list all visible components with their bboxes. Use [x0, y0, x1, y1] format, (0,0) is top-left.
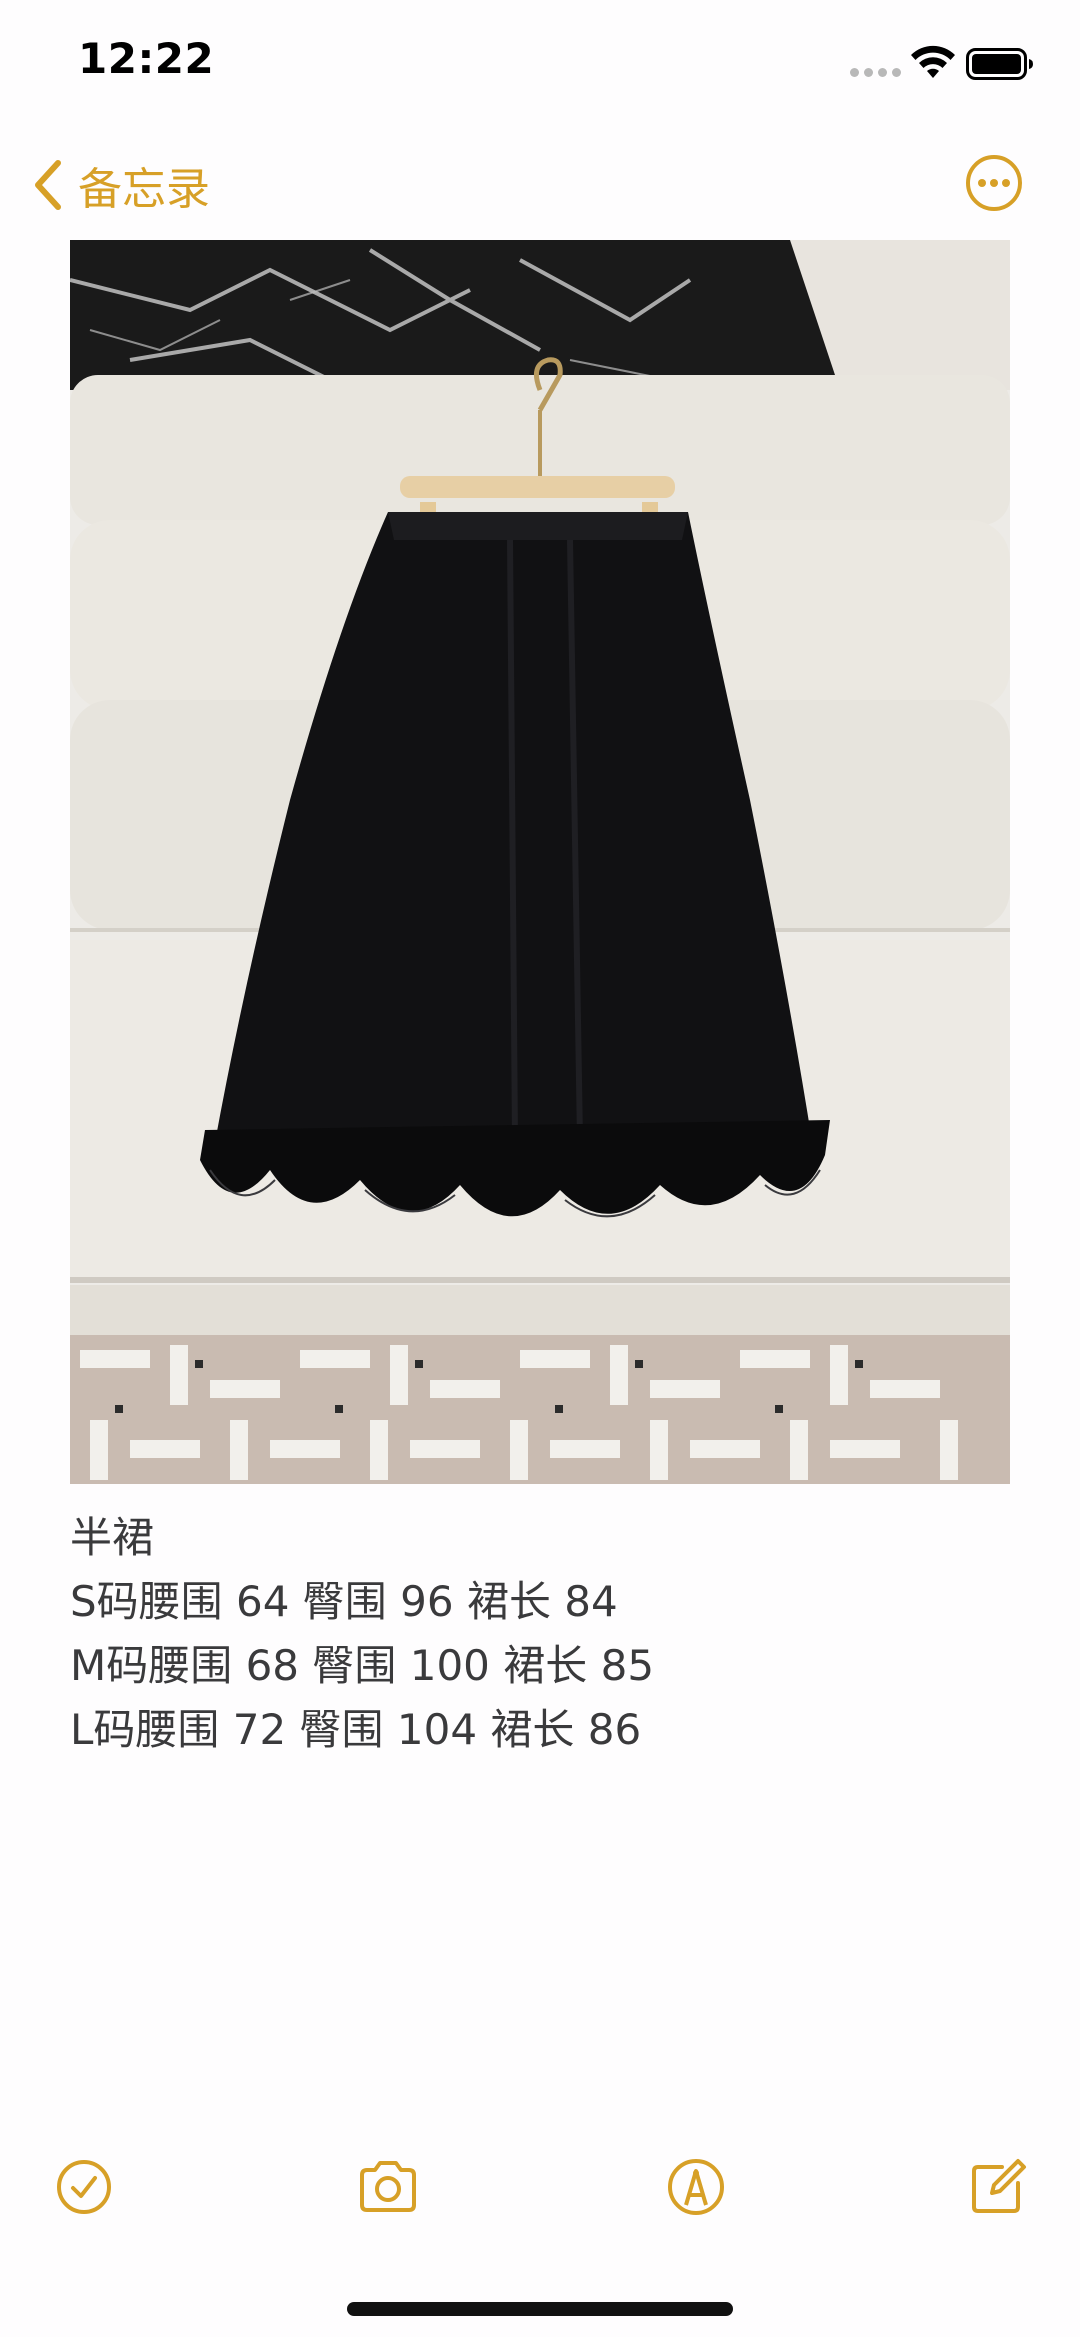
back-label: 备忘录	[78, 164, 210, 215]
skirt-photo-illustration	[70, 240, 1010, 1484]
cellular-signal-icon	[850, 68, 901, 77]
camera-icon	[360, 2161, 416, 2212]
bottom-toolbar	[0, 2155, 1080, 2225]
battery-icon	[966, 48, 1033, 80]
compose-button[interactable]	[966, 2155, 1030, 2219]
chevron-left-icon	[35, 160, 61, 210]
camera-button[interactable]	[356, 2155, 420, 2219]
note-photo[interactable]	[70, 240, 1010, 1484]
navigation-bar: 备忘录	[0, 140, 1080, 230]
back-button[interactable]: 备忘录	[30, 150, 210, 220]
note-body[interactable]: 半裙 S码腰围 64 臀围 96 裙长 84 M码腰围 68 臀围 100 裙长…	[70, 1506, 1010, 1762]
wifi-icon	[911, 45, 955, 78]
status-bar: 12:22	[0, 0, 1080, 130]
home-indicator[interactable]	[347, 2302, 733, 2316]
note-line-size-m: M码腰围 68 臀围 100 裙长 85	[70, 1641, 655, 1690]
checklist-icon	[57, 2160, 111, 2214]
more-options-icon[interactable]	[964, 153, 1024, 213]
markup-pen-icon	[668, 2159, 724, 2215]
compose-icon	[972, 2159, 1026, 2213]
note-line-size-l: L码腰围 72 臀围 104 裙长 86	[70, 1705, 642, 1754]
markup-button[interactable]	[664, 2155, 728, 2219]
note-line-title: 半裙	[70, 1513, 155, 1562]
notes-screen: 12:22 备忘录 半裙 S码腰围 64 臀围 96 裙长 84 M码腰围 68…	[0, 0, 1080, 2337]
status-time: 12:22	[78, 34, 215, 83]
note-line-size-s: S码腰围 64 臀围 96 裙长 84	[70, 1577, 618, 1626]
checklist-button[interactable]	[52, 2155, 116, 2219]
